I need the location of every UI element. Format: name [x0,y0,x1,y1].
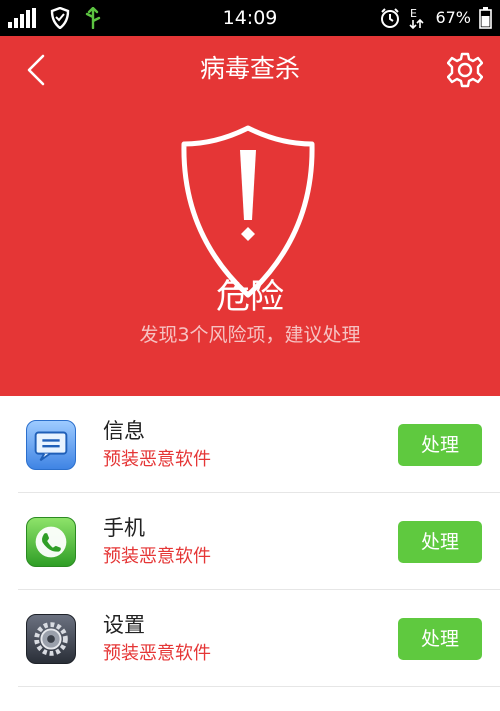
battery-icon [479,7,492,29]
page-title: 病毒查杀 [199,54,300,83]
status-bar: 14:09 E 67% [0,0,500,36]
danger-shield-icon [181,125,315,298]
app-name: 信息 [103,419,145,443]
app-risk-label: 预装恶意软件 [103,643,211,664]
phone-app-icon [26,517,76,567]
data-icon: E [409,7,425,30]
handle-button[interactable]: 处理 [398,424,482,466]
app-name: 手机 [103,516,145,540]
svg-text:E: E [410,7,417,20]
settings-button[interactable] [446,51,484,89]
list-item: 信息 预装恶意软件 处理 [0,396,500,493]
settings-app-icon [26,614,76,664]
handle-button[interactable]: 处理 [398,618,482,660]
messages-app-icon [26,420,76,470]
handle-button[interactable]: 处理 [398,521,482,563]
list-item: 设置 预装恶意软件 处理 [0,590,500,687]
scan-result-header: 病毒查杀 危险 发现3个风险项，建议处理 [0,36,500,396]
threat-list: 信息 预装恶意软件 处理 手机 预装恶意软件 处理 设置 预装恶意软件 处理 [0,396,500,687]
list-item: 手机 预装恶意软件 处理 [0,493,500,590]
battery-percent: 67% [435,8,471,27]
risk-summary: 发现3个风险项，建议处理 [139,324,361,346]
alarm-icon [381,8,400,28]
app-risk-label: 预装恶意软件 [103,546,211,567]
divider [18,686,500,687]
app-risk-label: 预装恶意软件 [103,449,211,470]
risk-level: 危险 [216,277,284,317]
app-name: 设置 [103,613,145,637]
gear-icon [447,52,483,88]
status-right: E 67% [379,6,492,30]
